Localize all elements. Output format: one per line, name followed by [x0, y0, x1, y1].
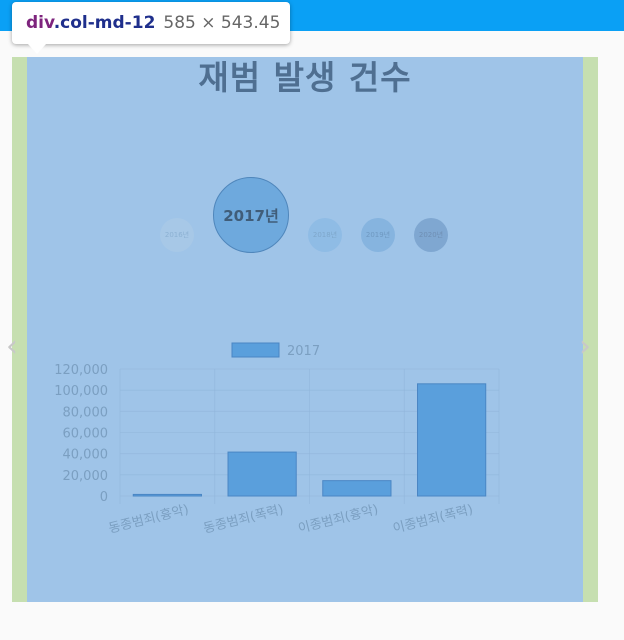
legend-swatch [231, 342, 280, 358]
x-tick-label: 동종범죄(흉악) [107, 502, 190, 536]
y-tick-label: 20,000 [63, 469, 109, 484]
x-tick-label: 동종범죄(폭력) [202, 502, 285, 536]
tooltip-text: div.col-md-12 585 × 543.45 [26, 12, 280, 34]
y-tick-label: 120,000 [54, 363, 108, 378]
legend-label: 2017 [287, 344, 320, 359]
tooltip-pointer [28, 44, 46, 54]
tooltip-class: .col-md-12 [53, 13, 156, 33]
y-tick-label: 40,000 [63, 448, 109, 463]
x-tick-label: 이종범죄(폭력) [391, 502, 474, 536]
y-tick-label: 80,000 [63, 405, 109, 420]
tooltip-size: 585 × 543.45 [163, 13, 281, 33]
y-tick-label: 0 [100, 490, 108, 505]
tooltip-tag: div [26, 13, 54, 33]
y-tick-label: 100,000 [54, 384, 108, 399]
bar-chart: 120,000100,00080,00060,00040,00020,0000동… [54, 342, 500, 537]
bar [132, 493, 202, 497]
bar [417, 383, 487, 497]
y-tick-label: 60,000 [63, 427, 109, 442]
bar [227, 451, 297, 497]
element-inspector-tooltip: div.col-md-12 585 × 543.45 [12, 2, 290, 44]
x-tick-label: 이종범죄(흉악) [297, 502, 380, 536]
bar [322, 480, 392, 497]
